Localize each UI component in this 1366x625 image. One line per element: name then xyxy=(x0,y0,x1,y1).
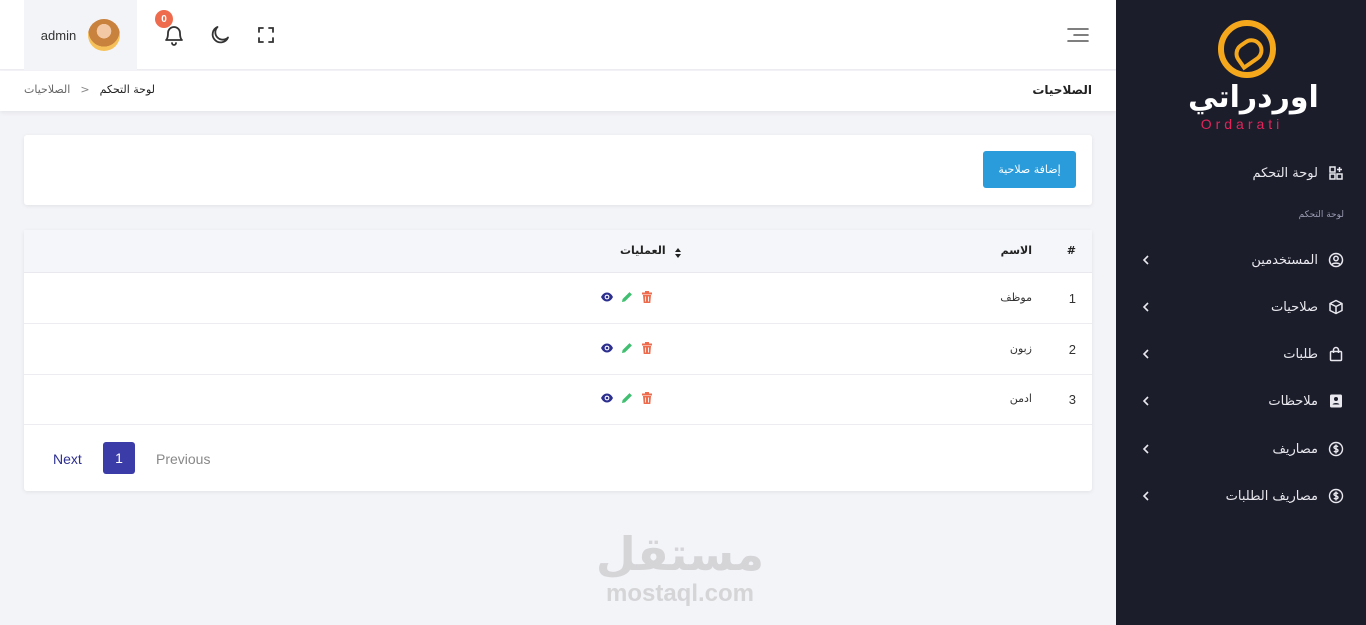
dollar-circle-icon xyxy=(1328,488,1344,504)
shopping-bag-icon xyxy=(1328,346,1344,362)
page-title: الصلاحيات xyxy=(1032,83,1092,97)
sidebar-item-users[interactable]: المستخدمين xyxy=(1138,247,1344,273)
pagination: Next 1 Previous xyxy=(24,426,1092,491)
table-row: 3 ادمن xyxy=(24,375,1092,425)
row-name: ادمن xyxy=(1009,392,1032,405)
breadcrumb-bar: الصلاحيات لوحة التحكم < الصلاحيات xyxy=(0,71,1116,111)
eye-icon[interactable] xyxy=(600,391,614,405)
row-number: 1 xyxy=(1068,291,1076,306)
logo-mark-icon xyxy=(1218,20,1276,78)
dashboard-grid-icon xyxy=(1328,165,1344,181)
sidebar-item-label: مصاريف الطلبات xyxy=(1225,488,1318,504)
breadcrumb: لوحة التحكم < الصلاحيات xyxy=(24,83,155,96)
chevron-left-icon xyxy=(1138,441,1154,457)
notification-badge: 0 xyxy=(155,10,173,28)
sidebar-item-dashboard[interactable]: لوحة التحكم xyxy=(1138,160,1344,186)
moon-icon[interactable] xyxy=(208,23,232,47)
contact-book-icon xyxy=(1328,393,1344,409)
eye-icon[interactable] xyxy=(600,290,614,304)
row-actions xyxy=(600,391,654,405)
sidebar-item-label: مصاريف xyxy=(1272,441,1318,457)
trash-icon[interactable] xyxy=(640,341,654,355)
column-header-hash: # xyxy=(1066,244,1076,257)
chevron-left-icon xyxy=(1138,346,1154,362)
breadcrumb-home[interactable]: لوحة التحكم xyxy=(100,83,155,96)
menu-toggle-icon[interactable] xyxy=(1064,23,1089,47)
eye-icon[interactable] xyxy=(600,341,614,355)
watermark-arabic: مستقل xyxy=(595,527,765,581)
row-actions xyxy=(600,341,654,355)
sidebar-item-label: ملاحظات xyxy=(1268,393,1318,409)
table-row: 2 زبون xyxy=(24,325,1092,375)
pagination-page-1[interactable]: 1 xyxy=(103,442,135,474)
row-number: 3 xyxy=(1068,392,1076,407)
sidebar-item-expenses[interactable]: مصاريف xyxy=(1138,436,1344,462)
pencil-icon[interactable] xyxy=(620,290,634,304)
sidebar-item-permissions[interactable]: صلاحيات xyxy=(1138,294,1344,320)
brand-name-latin: Ordarati xyxy=(1200,116,1284,132)
sidebar: اوردراتي Ordarati لوحة التحكم لوحة التحك… xyxy=(1116,0,1366,625)
sidebar-item-label: طلبات xyxy=(1283,346,1318,362)
username: admin xyxy=(40,27,77,43)
chevron-left-icon xyxy=(1138,393,1154,409)
pagination-next[interactable]: Next xyxy=(53,451,82,467)
sidebar-item-order-expenses[interactable]: مصاريف الطلبات xyxy=(1138,483,1344,509)
row-name: موظف xyxy=(1000,291,1032,304)
fullscreen-icon[interactable] xyxy=(254,23,278,47)
sidebar-item-orders[interactable]: طلبات xyxy=(1138,341,1344,367)
watermark-url: mostaql.com xyxy=(605,580,755,607)
sidebar-item-label: المستخدمين xyxy=(1251,252,1318,268)
column-header-operations: العمليات xyxy=(620,244,666,257)
sidebar-item-notes[interactable]: ملاحظات xyxy=(1138,388,1344,414)
breadcrumb-current: الصلاحيات xyxy=(24,83,71,96)
table-header: # الاسم العمليات xyxy=(24,230,1092,273)
user-circle-icon xyxy=(1328,252,1344,268)
sidebar-item-label: لوحة التحكم xyxy=(1252,165,1318,181)
cube-icon xyxy=(1328,299,1344,315)
actions-card: إضافة صلاحية xyxy=(24,135,1092,205)
pagination-previous[interactable]: Previous xyxy=(156,451,210,467)
sidebar-section-caption: لوحة التحكم xyxy=(1298,210,1344,220)
permissions-table: # الاسم العمليات 1 موظف 2 زبون 3 ادمن Ne… xyxy=(24,230,1092,491)
chevron-left-icon xyxy=(1138,488,1154,504)
watermark: مستقل mostaql.com xyxy=(590,528,770,608)
pencil-icon[interactable] xyxy=(620,391,634,405)
row-name: زبون xyxy=(1009,342,1032,355)
column-header-name[interactable]: الاسم xyxy=(1001,244,1032,257)
chevron-left-icon xyxy=(1138,252,1154,268)
avatar xyxy=(88,19,121,51)
top-header: admin 0 xyxy=(0,0,1116,70)
sidebar-item-label: صلاحيات xyxy=(1271,299,1318,315)
brand-name-arabic: اوردراتي xyxy=(1188,80,1319,115)
trash-icon[interactable] xyxy=(640,290,654,304)
add-permission-button[interactable]: إضافة صلاحية xyxy=(983,151,1076,188)
user-menu[interactable]: admin xyxy=(24,0,137,70)
breadcrumb-separator: < xyxy=(80,83,90,96)
brand-logo[interactable]: اوردراتي Ordarati xyxy=(1188,20,1319,132)
trash-icon[interactable] xyxy=(640,391,654,405)
row-number: 2 xyxy=(1068,342,1076,357)
table-row: 1 موظف xyxy=(24,274,1092,324)
pencil-icon[interactable] xyxy=(620,341,634,355)
row-actions xyxy=(600,290,654,304)
sort-icon[interactable] xyxy=(674,247,682,259)
chevron-left-icon xyxy=(1138,299,1154,315)
dollar-circle-icon xyxy=(1328,441,1344,457)
